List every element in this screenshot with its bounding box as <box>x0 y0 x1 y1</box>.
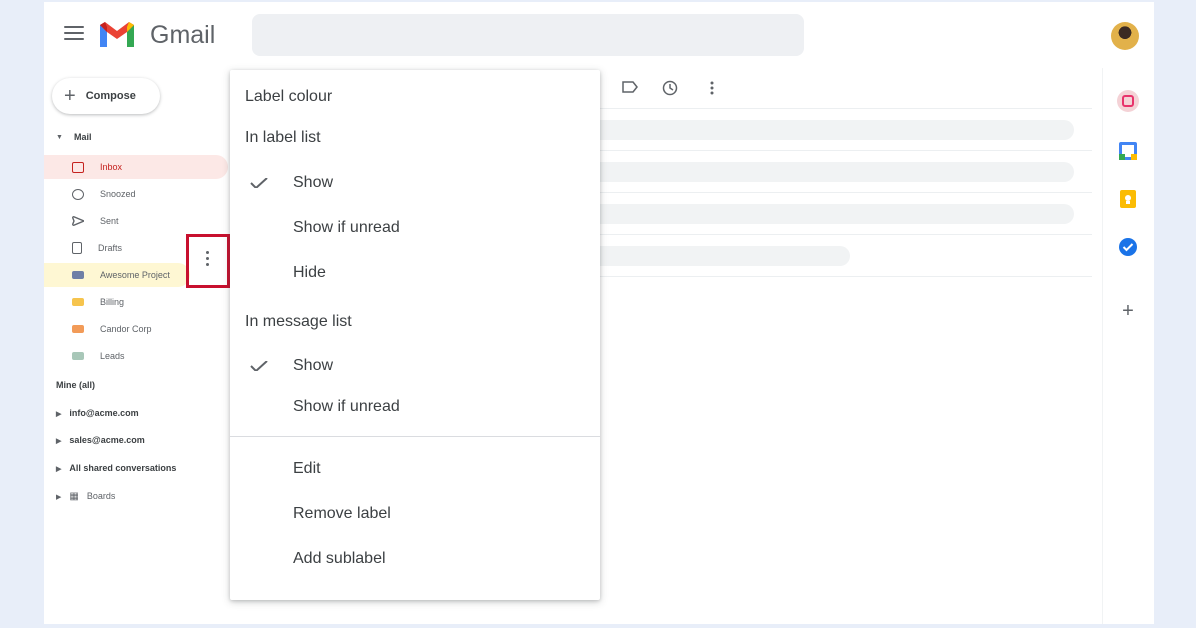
tasks-icon[interactable] <box>1117 236 1139 258</box>
sidebar-item-label: Billing <box>100 297 125 307</box>
label-options-highlight[interactable] <box>186 234 230 288</box>
label-icon <box>72 352 84 360</box>
side-panel: + <box>1102 68 1154 624</box>
caret-right-icon: ▶ <box>56 466 62 473</box>
gmail-window: Gmail + Compose ▼ Mail Inbox Snoozed Sen… <box>44 2 1154 624</box>
caret-down-icon[interactable]: ▼ <box>56 134 63 141</box>
more-vert-icon[interactable] <box>704 80 720 96</box>
caret-right-icon: ▶ <box>56 411 62 418</box>
account-label: info@acme.com <box>69 408 139 418</box>
sidebar-item-leads[interactable]: Leads <box>44 344 228 368</box>
label-options-menu: Label colour In label list Show Show if … <box>230 70 600 600</box>
caret-right-icon: ▶ <box>56 438 62 445</box>
message-list-show[interactable]: Show <box>293 357 333 375</box>
draft-icon <box>72 242 82 254</box>
label-icon[interactable] <box>622 80 638 96</box>
sidebar-item-label: Awesome Project <box>100 270 170 280</box>
sidebar-item-inbox[interactable]: Inbox <box>44 155 228 179</box>
label-icon <box>72 325 84 333</box>
snooze-icon <box>72 188 84 200</box>
menu-item-remove-label[interactable]: Remove label <box>293 505 391 523</box>
calendar-icon[interactable] <box>1117 140 1139 162</box>
sidebar-item-sent[interactable]: Sent <box>44 209 228 233</box>
label-icon <box>72 271 84 279</box>
mail-section-title: Mail <box>74 132 92 142</box>
label-icon <box>72 298 84 306</box>
keep-icon[interactable] <box>1117 188 1139 210</box>
account-label: Boards <box>86 491 116 501</box>
account-label: All shared conversations <box>69 463 177 473</box>
menu-divider <box>230 436 600 437</box>
message-list-show-if-unread[interactable]: Show if unread <box>293 398 400 416</box>
sidebar-item-label: Sent <box>100 216 119 226</box>
label-list-hide[interactable]: Hide <box>293 264 326 282</box>
sidebar-item-label: Inbox <box>100 162 123 172</box>
account-sales[interactable]: ▶ sales@acme.com <box>56 435 145 445</box>
compose-label: Compose <box>85 90 136 102</box>
send-icon <box>72 216 84 226</box>
search-bar[interactable] <box>252 14 804 56</box>
add-app-icon[interactable]: + <box>1117 300 1139 322</box>
caret-right-icon: ▶ <box>56 494 62 501</box>
sidebar-item-label: Drafts <box>98 243 123 253</box>
compose-button[interactable]: + Compose <box>52 78 160 114</box>
gmail-logo-icon[interactable] <box>98 19 136 49</box>
sidebar-item-awesome-project[interactable]: Awesome Project <box>44 263 190 287</box>
check-icon <box>250 178 268 188</box>
sidebar-item-label: Candor Corp <box>100 324 152 334</box>
sidebar-item-snoozed[interactable]: Snoozed <box>44 182 228 206</box>
sidebar-item-label: Snoozed <box>100 189 136 199</box>
chat-app-icon[interactable] <box>1117 90 1139 112</box>
boards-icon: ▦ <box>69 491 79 502</box>
check-icon <box>250 361 268 371</box>
sidebar-item-billing[interactable]: Billing <box>44 290 228 314</box>
plus-icon: + <box>64 85 76 107</box>
in-label-list-heading: In label list <box>245 129 321 146</box>
account-info[interactable]: ▶ info@acme.com <box>56 408 139 418</box>
sidebar-item-candor-corp[interactable]: Candor Corp <box>44 317 228 341</box>
label-list-show-if-unread[interactable]: Show if unread <box>293 219 400 237</box>
inboxes-section-title: Mine (all) <box>56 380 96 390</box>
more-vert-icon[interactable] <box>206 251 210 271</box>
account-label: sales@acme.com <box>69 435 145 445</box>
hamburger-icon[interactable] <box>64 26 84 42</box>
in-message-list-heading: In message list <box>245 313 352 330</box>
all-shared-conversations[interactable]: ▶ All shared conversations <box>56 463 176 473</box>
inbox-icon <box>72 161 84 173</box>
sidebar: + Compose ▼ Mail Inbox Snoozed Sent Draf… <box>44 68 234 624</box>
top-bar: Gmail <box>44 2 1154 68</box>
label-list-show[interactable]: Show <box>293 174 333 192</box>
boards[interactable]: ▶ ▦ Boards <box>56 491 115 502</box>
snooze-icon[interactable] <box>662 80 678 96</box>
sidebar-item-label: Leads <box>100 351 125 361</box>
menu-item-label-colour[interactable]: Label colour <box>245 88 332 106</box>
menu-item-add-sublabel[interactable]: Add sublabel <box>293 550 386 568</box>
menu-item-edit[interactable]: Edit <box>293 460 321 478</box>
avatar[interactable] <box>1111 22 1139 50</box>
brand-name: Gmail <box>150 21 216 49</box>
